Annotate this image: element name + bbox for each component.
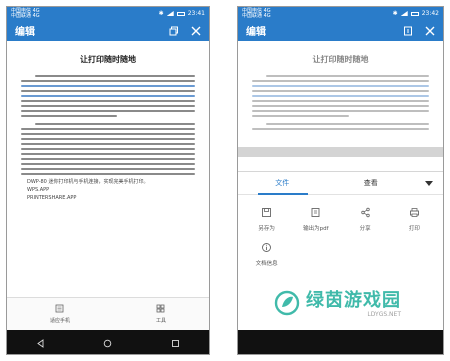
home-icon[interactable] [103, 333, 112, 352]
info-icon [261, 242, 272, 255]
grid-icon [156, 304, 165, 315]
print-icon [409, 207, 420, 220]
signal-icon [400, 11, 408, 16]
document-tail: DWP-80 迷你打印机与手机连接，实现完美手机打印。 WPS.APP PRIN… [27, 178, 195, 202]
carrier-label-secondary: 中国联通 4G [11, 12, 40, 19]
save-as-label: 另存为 [258, 226, 275, 232]
file-menu-sheet: 文件 查看 另存为 输出为pdf 分享 打印 文档信息 绿茵游戏园 LDYGS.… [238, 171, 443, 330]
document-icon [55, 304, 64, 315]
status-bar: 中国电信 4G 中国联通 4G ✱ 23:41 [7, 7, 209, 20]
tools-label: 工具 [155, 318, 166, 324]
close-icon[interactable] [425, 26, 435, 36]
save-as-button[interactable]: 另存为 [242, 207, 291, 232]
battery-icon [176, 11, 185, 16]
copy-icon[interactable] [169, 26, 179, 36]
clock: 23:42 [421, 10, 439, 17]
bluetooth-icon: ✱ [392, 10, 398, 17]
battery-icon [410, 11, 419, 16]
android-navbar [7, 330, 209, 354]
android-navbar [238, 330, 443, 354]
watermark-domain: LDYGS.NET [367, 311, 401, 318]
print-label: 打印 [408, 226, 420, 232]
watermark-text: 绿茵游戏园 [306, 290, 401, 311]
document-body [252, 75, 429, 130]
save-icon [261, 207, 272, 220]
dim-overlay[interactable] [238, 147, 443, 157]
share-label: 分享 [359, 226, 371, 232]
document-info-button[interactable]: 文档信息 [242, 242, 291, 267]
back-icon[interactable] [36, 333, 45, 352]
phone-screen-left: 中国电信 4G 中国联通 4G ✱ 23:41 编辑 让打印随时随地 DWP-8… [6, 6, 210, 355]
document-info-label: 文档信息 [255, 261, 278, 267]
tab-view[interactable]: 查看 [327, 178, 416, 188]
tab-file[interactable]: 文件 [238, 178, 327, 188]
document-line: DWP-80 迷你打印机与手机连接，实现完美手机打印。 [27, 179, 149, 185]
export-pdf-button[interactable]: 输出为pdf [291, 207, 340, 232]
watermark-logo: 绿茵游戏园 LDYGS.NET [274, 290, 401, 320]
signal-icon [166, 11, 174, 16]
active-tab-indicator [258, 193, 308, 195]
tools-button[interactable]: 工具 [156, 304, 166, 324]
pdf-export-icon [310, 207, 321, 220]
share-icon [360, 207, 371, 220]
app-titlebar: 编辑 [7, 20, 209, 41]
sheet-tab-bar: 文件 查看 [238, 172, 443, 195]
info-book-icon[interactable] [403, 26, 413, 36]
recents-icon[interactable] [171, 333, 180, 352]
document-line: WPS.APP [27, 187, 50, 193]
document-content: 让打印随时随地 [238, 41, 443, 130]
fit-phone-label: 适应手机 [49, 318, 70, 324]
bottom-toolbar: 适应手机 工具 [7, 297, 209, 330]
document-content: 让打印随时随地 DWP-80 迷你打印机与手机连接，实现完美手机打印。 WPS.… [7, 41, 209, 202]
print-button[interactable]: 打印 [390, 207, 439, 232]
close-icon[interactable] [191, 26, 201, 36]
file-actions-grid: 另存为 输出为pdf 分享 打印 文档信息 [238, 195, 443, 267]
export-pdf-label: 输出为pdf [303, 226, 329, 232]
page-title: 编辑 [246, 27, 266, 38]
app-titlebar: 编辑 [238, 20, 443, 41]
document-line: PRINTERSHARE.APP [27, 195, 77, 201]
bluetooth-icon: ✱ [158, 10, 164, 17]
document-heading: 让打印随时随地 [312, 55, 369, 64]
page-title: 编辑 [15, 27, 35, 38]
document-body [21, 75, 195, 175]
fit-phone-button[interactable]: 适应手机 [50, 304, 70, 324]
clock: 23:41 [187, 10, 205, 17]
share-button[interactable]: 分享 [341, 207, 390, 232]
phone-screen-right: 中国电信 4G 中国联通 4G ✱ 23:42 编辑 让打印随时随地 文件 查看… [237, 6, 444, 355]
document-heading: 让打印随时随地 [80, 55, 136, 64]
collapse-arrow-icon[interactable] [415, 180, 443, 186]
status-bar: 中国电信 4G 中国联通 4G ✱ 23:42 [238, 7, 443, 20]
carrier-label-secondary: 中国联通 4G [242, 12, 271, 19]
leaf-logo-icon [274, 290, 300, 320]
